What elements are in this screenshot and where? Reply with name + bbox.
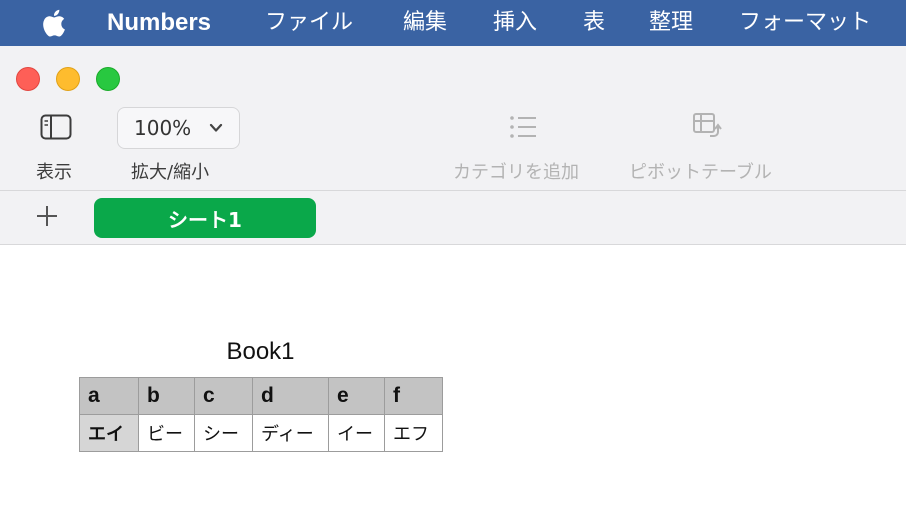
data-table[interactable]: a b c d e f エイ ビー シー ディー イー エフ bbox=[79, 377, 443, 452]
add-category-button[interactable]: カテゴリを追加 bbox=[453, 158, 579, 184]
table-cell[interactable]: ディー bbox=[252, 414, 329, 452]
pivot-table-button[interactable]: ピボットテーブル bbox=[629, 158, 772, 184]
toolbar-divider bbox=[0, 190, 906, 191]
table-cell[interactable]: シー bbox=[194, 414, 253, 452]
sheet-tab-label: シート1 bbox=[168, 207, 242, 232]
menu-table[interactable]: 表 bbox=[583, 0, 605, 46]
pivot-table-icon bbox=[693, 113, 722, 137]
zoom-label: 拡大/縮小 bbox=[131, 162, 210, 183]
menu-app-name[interactable]: Numbers bbox=[107, 0, 211, 46]
header-cell[interactable]: c bbox=[194, 377, 253, 415]
menu-file[interactable]: ファイル bbox=[265, 0, 353, 46]
fullscreen-window-button[interactable] bbox=[96, 67, 120, 91]
menu-arrange[interactable]: 整理 bbox=[649, 0, 693, 46]
table-cell[interactable]: イー bbox=[328, 414, 385, 452]
sidebar-icon[interactable] bbox=[40, 114, 72, 140]
minimize-window-button[interactable] bbox=[56, 67, 80, 91]
plus-icon[interactable] bbox=[34, 203, 60, 229]
chevron-down-icon bbox=[209, 123, 223, 132]
close-window-button[interactable] bbox=[16, 67, 40, 91]
header-cell[interactable]: a bbox=[79, 377, 139, 415]
list-icon bbox=[510, 116, 536, 138]
header-row: a b c d e f bbox=[79, 377, 443, 415]
table-row: エイ ビー シー ディー イー エフ bbox=[79, 414, 443, 452]
header-cell[interactable]: b bbox=[138, 377, 195, 415]
zoom-value: 100% bbox=[134, 116, 192, 140]
view-label: 表示 bbox=[36, 162, 72, 183]
apple-icon[interactable] bbox=[40, 8, 66, 38]
table-cell[interactable]: エフ bbox=[384, 414, 443, 452]
menu-bar: Numbers ファイル 編集 挿入 表 整理 フォーマット bbox=[0, 0, 906, 46]
header-cell[interactable]: d bbox=[252, 377, 329, 415]
row-header-cell[interactable]: エイ bbox=[79, 414, 139, 452]
menu-edit[interactable]: 編集 bbox=[403, 0, 447, 46]
table-title[interactable]: Book1 bbox=[80, 338, 441, 366]
menu-insert[interactable]: 挿入 bbox=[493, 0, 537, 46]
table-cell[interactable]: ビー bbox=[138, 414, 195, 452]
menu-format[interactable]: フォーマット bbox=[739, 0, 871, 46]
header-cell[interactable]: f bbox=[384, 377, 443, 415]
sheet-tab-active[interactable]: シート1 bbox=[94, 198, 316, 238]
header-cell[interactable]: e bbox=[328, 377, 385, 415]
